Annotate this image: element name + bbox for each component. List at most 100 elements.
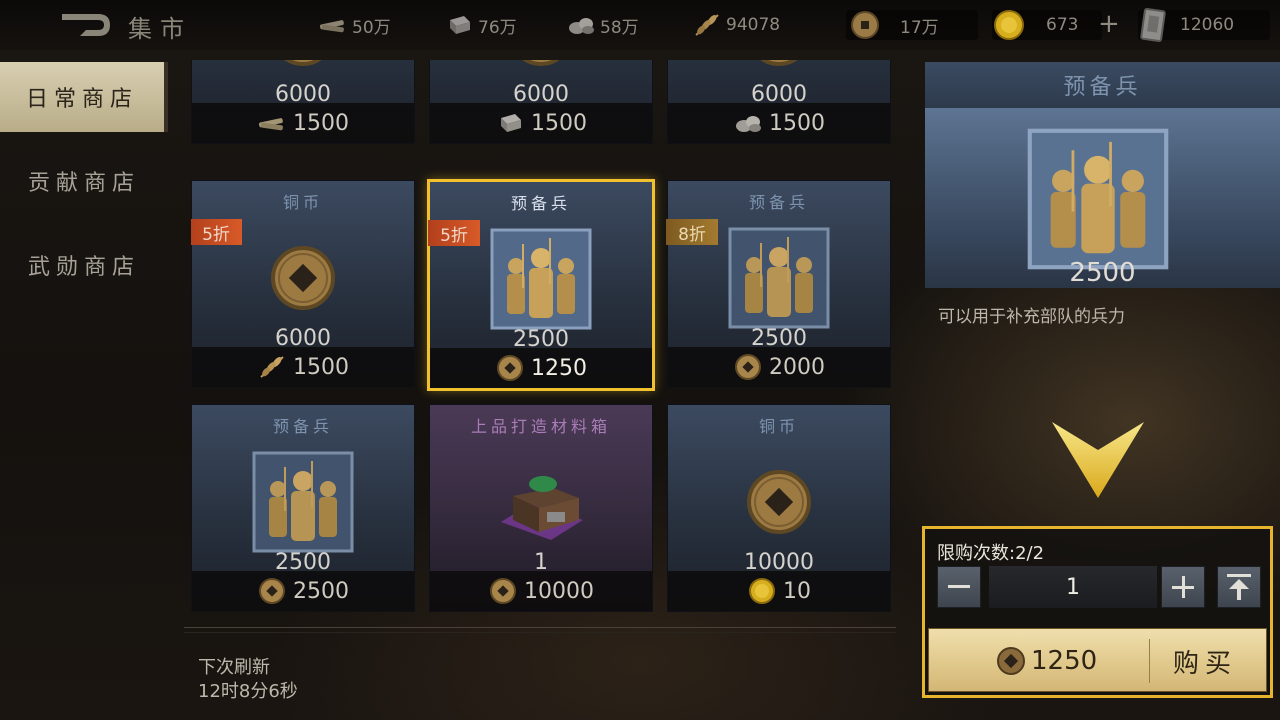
resource-iron-value: 76万 xyxy=(478,17,517,38)
shop-item-card-7[interactable]: 上品打造材料箱 1 10000 xyxy=(429,404,653,612)
item-price-value: 1500 xyxy=(293,354,349,380)
purchase-limit: 限购次数:2/2 xyxy=(937,543,1045,564)
page-title: 集市 xyxy=(128,15,192,43)
resource-grain: 94078 xyxy=(692,12,780,38)
detail-quantity: 2500 xyxy=(1069,258,1136,288)
back-button[interactable] xyxy=(58,10,114,40)
buy-button-separator xyxy=(1149,639,1150,683)
increase-quantity-button[interactable] xyxy=(1161,566,1205,608)
gold-coin-icon xyxy=(747,576,777,606)
grain-icon xyxy=(257,352,287,382)
buy-label: 购买 xyxy=(1173,649,1238,679)
shop-item-card-5[interactable]: 预备兵 8折 2500 2000 xyxy=(666,180,891,388)
refresh-timer: 下次刷新 12时8分6秒 xyxy=(198,656,298,704)
item-price-value: 10 xyxy=(783,578,811,604)
copper-coin-icon xyxy=(728,451,830,553)
resource-stone-value: 58万 xyxy=(600,17,639,38)
buy-price: 1250 xyxy=(995,643,1097,679)
iron-icon xyxy=(495,108,525,138)
copper-coin-icon xyxy=(257,576,287,606)
resource-iron: 76万 xyxy=(444,12,517,38)
arrow-down-indicator-icon xyxy=(1052,422,1144,498)
wood-icon xyxy=(318,12,348,38)
item-detail-panel: 预备兵 2500 可以用于补充部队的兵力 xyxy=(925,62,1280,362)
shop-item-card-3[interactable]: 铜币 5折 6000 1500 xyxy=(191,180,415,388)
grain-icon xyxy=(692,12,722,38)
item-price-value: 1500 xyxy=(531,110,587,136)
shop-item-card-6[interactable]: 预备兵 2500 2500 xyxy=(191,404,415,612)
shop-item-card-2[interactable]: 6000 1500 xyxy=(667,60,891,144)
reserve-soldiers-icon xyxy=(252,451,354,553)
refresh-time: 12时8分6秒 xyxy=(198,681,298,702)
item-price-value: 2000 xyxy=(769,354,825,380)
item-name: 铜币 xyxy=(282,193,323,212)
item-price: 1500 xyxy=(192,347,414,387)
copper-coin-icon xyxy=(995,645,1027,677)
shop-sidebar: 日常商店 贡献商店 武勋商店 xyxy=(0,62,168,314)
quantity-input[interactable]: 1 xyxy=(989,566,1157,608)
item-price: 1500 xyxy=(430,103,652,143)
buy-price-value: 1250 xyxy=(1031,646,1098,676)
resource-wood: 50万 xyxy=(318,12,391,38)
add-currency-button[interactable]: + xyxy=(1098,10,1120,38)
copper-coin-icon xyxy=(733,352,763,382)
stone-icon xyxy=(733,108,763,138)
wood-icon xyxy=(257,108,287,138)
resource-grain-value: 94078 xyxy=(726,15,781,35)
item-name: 预备兵 xyxy=(510,194,571,213)
grid-divider xyxy=(184,627,896,633)
item-price: 1500 xyxy=(668,103,890,143)
plus-icon xyxy=(1172,576,1194,598)
max-arrow-icon xyxy=(1227,574,1251,600)
item-price: 1500 xyxy=(192,103,414,143)
item-name: 上品打造材料箱 xyxy=(470,417,611,436)
item-price: 10 xyxy=(668,571,890,611)
item-price: 2500 xyxy=(192,571,414,611)
resource-wood-value: 50万 xyxy=(352,17,391,38)
copper-coin-icon xyxy=(488,576,518,606)
resource-jade: 12060 xyxy=(1138,8,1235,42)
item-price: 2000 xyxy=(668,347,890,387)
copper-coin-icon xyxy=(252,227,354,329)
top-bar: 集市 50万 76万 58万 94078 17万 673 + 12060 xyxy=(0,0,1280,50)
max-quantity-button[interactable] xyxy=(1217,566,1261,608)
refresh-label: 下次刷新 xyxy=(198,657,270,678)
resource-jade-value: 12060 xyxy=(1180,15,1235,35)
item-name: 预备兵 xyxy=(748,193,809,212)
shop-item-card-8[interactable]: 铜币 10000 10 xyxy=(667,404,891,612)
item-price: 1250 xyxy=(430,348,652,388)
resource-gold: 673 xyxy=(992,10,1078,40)
reserve-soldiers-icon xyxy=(490,228,592,330)
detail-description: 可以用于补充部队的兵力 xyxy=(938,307,1125,327)
gold-coin-icon xyxy=(992,10,1026,40)
iron-icon xyxy=(444,12,474,38)
copper-coin-icon xyxy=(495,353,525,383)
buy-button[interactable]: 1250 购买 xyxy=(928,628,1267,692)
purchase-panel: 限购次数:2/2 1 1250 购买 xyxy=(922,526,1273,698)
back-arrow-icon xyxy=(62,14,110,36)
discount-badge: 8折 xyxy=(666,219,718,245)
resource-copper: 17万 xyxy=(848,11,939,39)
material-chest-icon xyxy=(490,451,592,553)
shop-item-grid: 6000 1500 6000 1500 6000 1500 铜币 5折 6000… xyxy=(191,60,893,620)
shop-item-card-4[interactable]: 预备兵 5折 2500 1250 xyxy=(427,179,655,391)
item-name: 预备兵 xyxy=(272,417,333,436)
shop-item-card-1[interactable]: 6000 1500 xyxy=(429,60,653,144)
shop-item-card-0[interactable]: 6000 1500 xyxy=(191,60,415,144)
item-price-value: 1500 xyxy=(293,110,349,136)
reserve-soldiers-icon xyxy=(728,227,830,329)
reserve-soldiers-icon xyxy=(1027,128,1169,270)
sidebar-item-daily-shop[interactable]: 日常商店 xyxy=(0,62,168,132)
detail-preview: 2500 xyxy=(925,108,1280,288)
discount-badge: 5折 xyxy=(191,219,242,245)
decrease-quantity-button[interactable] xyxy=(937,566,981,608)
resource-copper-value: 17万 xyxy=(900,17,939,38)
item-price: 10000 xyxy=(430,571,652,611)
sidebar-item-contribution-shop[interactable]: 贡献商店 xyxy=(0,146,168,216)
copper-coin-icon xyxy=(848,11,882,39)
minus-icon xyxy=(948,585,970,588)
item-price-value: 1500 xyxy=(769,110,825,136)
detail-title: 预备兵 xyxy=(925,62,1280,108)
sidebar-item-merit-shop[interactable]: 武勋商店 xyxy=(0,230,168,300)
stone-icon xyxy=(566,12,596,38)
